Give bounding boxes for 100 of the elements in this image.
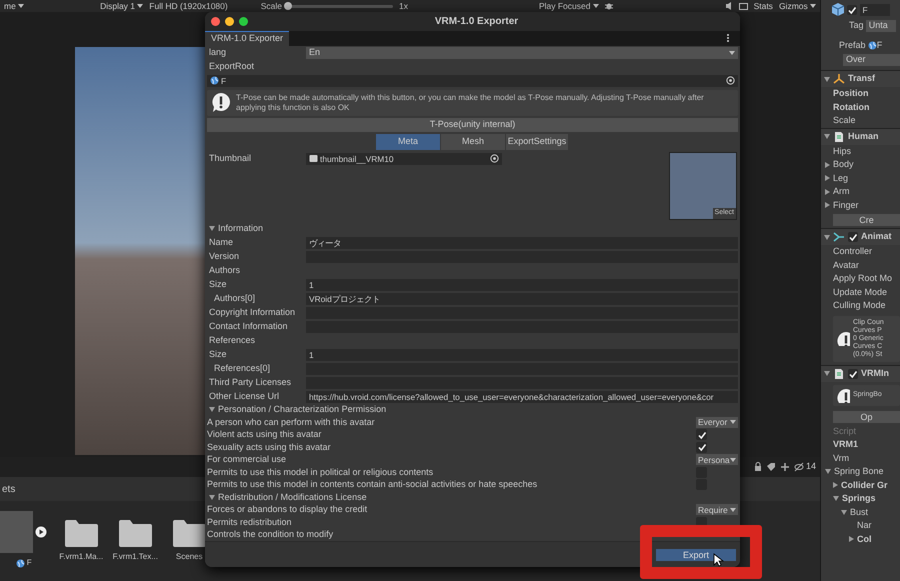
info-icon (836, 388, 850, 403)
folder-icon (64, 519, 98, 547)
foldout-label[interactable]: Bust (850, 506, 868, 520)
text-field[interactable]: ヴィータ (306, 236, 738, 249)
foldout-label[interactable]: Arm (833, 185, 850, 198)
display-icon[interactable] (738, 2, 748, 10)
component-header[interactable]: VRMIn (821, 364, 900, 382)
component-header[interactable]: Human (821, 128, 900, 144)
active-checkbox[interactable] (847, 4, 858, 14)
field-label: Position (833, 87, 868, 100)
animator-icon (833, 231, 845, 243)
field-label: Nar (857, 519, 872, 532)
tab[interactable]: ExportSettings (506, 134, 568, 150)
bug-icon[interactable] (604, 2, 613, 10)
foldout-label[interactable]: Col (857, 532, 872, 546)
foldout-label[interactable]: Body (833, 158, 854, 172)
section-foldout[interactable]: Information (207, 222, 738, 236)
component-header[interactable]: Transf (821, 70, 900, 87)
language-dropdown[interactable]: En (306, 46, 738, 59)
foldout-arrow-icon[interactable] (825, 162, 830, 168)
gizmos-dropdown[interactable]: Gizmos (778, 0, 816, 12)
close-button[interactable] (211, 16, 220, 26)
foldout-label[interactable]: Leg (833, 172, 848, 185)
field-label: Version (208, 250, 240, 263)
asset-item[interactable]: F.vrm1.Tex... (115, 511, 156, 569)
globe-icon (16, 558, 25, 568)
object-field[interactable]: F (207, 74, 738, 87)
field-label: A person who can perform with this avatar (207, 416, 375, 429)
permission-dropdown[interactable]: Require (696, 504, 738, 516)
permission-dropdown[interactable]: Persona (696, 454, 738, 466)
foldout-arrow-icon[interactable] (833, 482, 838, 488)
text-field[interactable]: 1 (306, 348, 738, 361)
field-label: References (208, 334, 256, 347)
window-tab[interactable]: VRM-1.0 Exporter (205, 30, 290, 46)
enabled-checkbox[interactable] (848, 232, 858, 242)
inspector-button[interactable]: Op (833, 410, 900, 423)
slider-thumb[interactable] (284, 2, 292, 10)
section-foldout[interactable]: Personation / Characterization Permission (207, 404, 738, 416)
foldout-arrow-icon[interactable] (825, 188, 830, 195)
tab[interactable]: Mesh (441, 134, 505, 150)
dropdown-menu-button[interactable]: me (4, 0, 24, 12)
foldout-label[interactable]: Collider Gr (841, 478, 888, 492)
field-label: Sexuality acts using this avatar (207, 440, 331, 454)
field-label: Third Party Licenses (208, 376, 292, 389)
section-foldout[interactable]: Redistribution / Modifications License (207, 491, 738, 504)
play-icon[interactable] (35, 526, 48, 538)
foldout-arrow-icon[interactable] (833, 496, 839, 502)
tag-dropdown[interactable]: Unta (866, 20, 896, 32)
speaker-icon[interactable] (724, 1, 733, 11)
dropdown-menu-button[interactable]: Display 1 (100, 0, 144, 12)
hidden-eye-icon (794, 462, 804, 472)
foldout-label[interactable]: Spring Bone (834, 465, 884, 479)
image-icon (309, 154, 318, 164)
export-button[interactable]: Export (656, 548, 736, 561)
tpose-button[interactable]: T-Pose(unity internal) (207, 118, 738, 132)
checkbox[interactable] (696, 442, 707, 453)
foldout-arrow-icon[interactable] (825, 175, 830, 182)
checkbox[interactable] (696, 429, 707, 440)
foldout-arrow-icon (824, 76, 830, 82)
cube-icon (831, 2, 845, 17)
field-label: lang (208, 46, 228, 59)
object-field[interactable]: thumbnail__VRM10 (306, 152, 502, 165)
lock-icon[interactable] (754, 462, 762, 472)
play-mode-dropdown[interactable]: Play Focused (538, 0, 599, 12)
maximize-button[interactable] (239, 16, 248, 26)
asset-item[interactable]: F.vrm1.Ma... (61, 511, 102, 569)
enabled-checkbox[interactable] (848, 368, 858, 379)
name-field[interactable]: F (860, 4, 890, 16)
asset-item[interactable]: F (0, 511, 48, 569)
field-label: Scale (833, 114, 856, 127)
checkbox[interactable] (696, 466, 707, 478)
globe-icon (210, 76, 219, 86)
stats-button[interactable]: Stats (754, 0, 773, 12)
field-label: ExportRoot (208, 60, 256, 73)
field-label: Hips (833, 144, 852, 158)
overrides-dropdown[interactable]: Over (843, 54, 900, 66)
foldout-arrow-icon[interactable] (825, 469, 831, 474)
foldout-arrow-icon[interactable] (841, 510, 847, 515)
object-picker-icon[interactable] (726, 76, 735, 86)
inspector-button[interactable]: Cre (833, 214, 900, 226)
asset-label: Scenes (176, 551, 203, 563)
text-field[interactable]: 1 (306, 278, 738, 291)
component-header[interactable]: Animat (821, 228, 900, 245)
field-label: Thumbnail (208, 152, 252, 165)
foldout-label[interactable]: Finger (833, 198, 859, 212)
text-field[interactable]: VRoidプロジェクト (306, 292, 738, 305)
foldout-arrow-icon[interactable] (849, 536, 854, 542)
more-options-icon[interactable] (726, 32, 730, 43)
text-field[interactable]: https://hub.vroid.com/license?allowed_to_use_user=everyone&characterization_allowed_user=everyone&cor (306, 390, 738, 403)
field-label: Authors (208, 264, 242, 277)
permission-dropdown[interactable]: Everyor (696, 416, 738, 428)
dropdown-menu-button[interactable]: Full HD (1920x1080) (149, 0, 228, 12)
foldout-label[interactable]: Springs (842, 492, 876, 506)
foldout-arrow-icon[interactable] (825, 202, 830, 208)
minimize-button[interactable] (225, 16, 234, 26)
hidden-count: 14 (794, 460, 816, 474)
tag-icon[interactable] (766, 462, 776, 472)
object-picker-icon[interactable] (490, 154, 499, 164)
field-label: Violent acts using this avatar (207, 428, 322, 442)
tab[interactable]: Meta (376, 134, 440, 150)
